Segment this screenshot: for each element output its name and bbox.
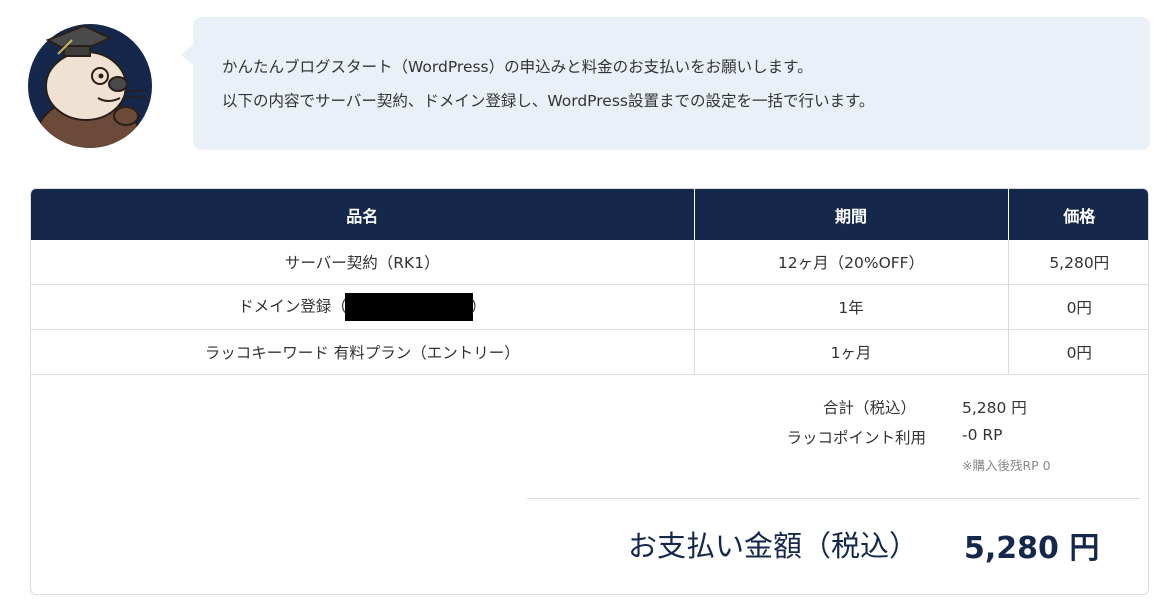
points-remaining-note: ※購入後残RP 0 — [962, 458, 1051, 473]
total-amount-value: 5,280 円 — [964, 531, 1100, 566]
subtotal-label: 合計（税込） — [822, 399, 916, 417]
points-label: ラッコポイント利用 — [786, 429, 926, 447]
intro-line-2: 以下の内容でサーバー契約、ドメイン登録し、WordPress設置までの設定を一括… — [222, 92, 875, 110]
subtotal-value: 5,280 円 — [962, 399, 1027, 417]
points-value: -0 RP — [962, 426, 1003, 444]
intro-message-bubble: かんたんブログスタート（WordPress）の申込みと料金のお支払いをお願いしま… — [181, 17, 1150, 150]
total-amount-label: お支払い金額（税込） — [627, 529, 918, 563]
payment-summary: 合計（税込） 5,280 円 ラッコポイント利用 -0 RP ※購入後残RP 0… — [31, 189, 1148, 594]
order-summary-card: 品名 期間 価格 サーバー契約（RK1） 12ヶ月（20%OFF） 5,280円… — [30, 188, 1149, 595]
summary-divider — [527, 498, 1140, 499]
sea-otter-mascot-icon — [28, 18, 156, 150]
intro-line-1: かんたんブログスタート（WordPress）の申込みと料金のお支払いをお願いしま… — [222, 58, 813, 76]
